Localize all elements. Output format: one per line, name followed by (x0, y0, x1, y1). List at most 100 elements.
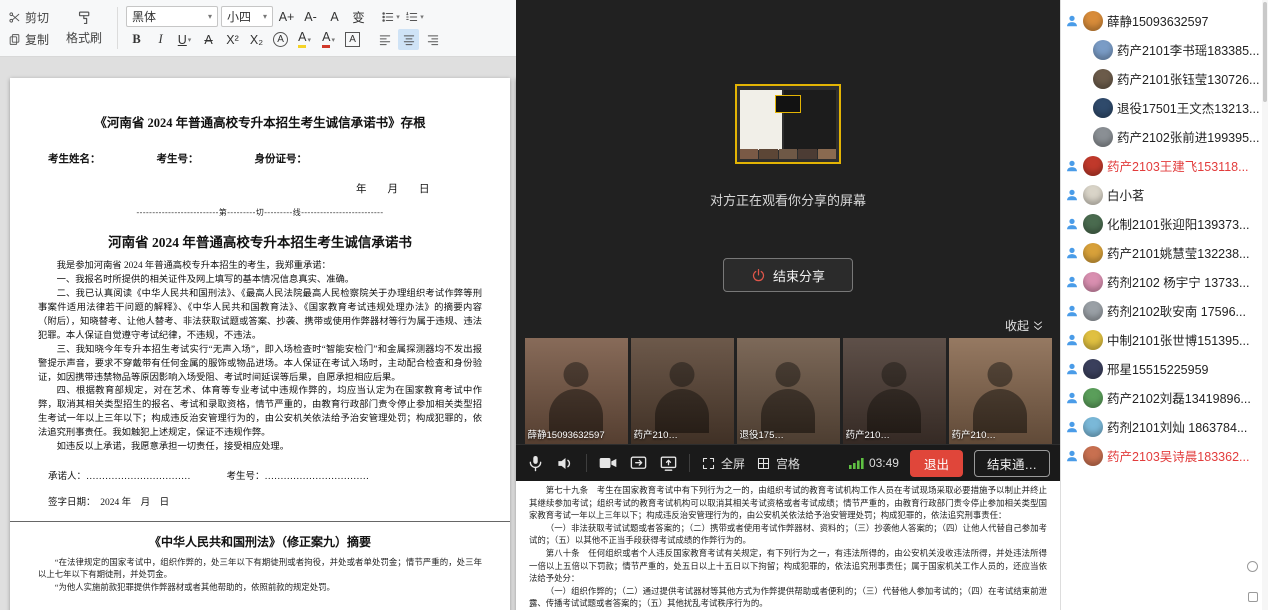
participant-name: 白小茗 (1107, 185, 1145, 204)
person-icon (1065, 420, 1079, 434)
video-tile-name: 退役175… (740, 427, 784, 441)
participant-row[interactable]: 薛静15093632597 (1061, 6, 1268, 35)
grow-font-button[interactable]: A+ (276, 6, 297, 27)
participant-row[interactable]: 药剂2102 杨宇宁 13733... (1061, 267, 1268, 296)
paragraph: 三、我知晓今年专升本招生考试实行“无声入场”，即入场检查时“智能安检门”和金属探… (38, 344, 482, 386)
video-tile[interactable]: 药产210… (631, 338, 734, 444)
promiser-blank: 承诺人：…………………………… (48, 468, 191, 482)
participant-silhouette-head (988, 362, 1013, 387)
participant-row[interactable]: 药产2101姚慧莹132238... (1061, 238, 1268, 267)
participant-name: 药产2102刘磊13419896... (1107, 388, 1251, 407)
align-left-button[interactable] (374, 29, 395, 50)
bold-button[interactable]: B (126, 29, 147, 50)
square-indicator-icon[interactable] (1248, 592, 1258, 602)
character-border-glyph: A (345, 32, 360, 47)
shared-screen-preview[interactable] (735, 84, 841, 164)
grid-view-button[interactable]: 宫格 (756, 455, 800, 472)
format-painter-button[interactable]: 格式刷 (59, 3, 109, 53)
participant-row[interactable]: 药产2101张钰莹130726... (1061, 64, 1268, 93)
style-row: B I U ▾ A X² X₂ A A ▾ A ▾ (126, 28, 443, 51)
participant-silhouette-head (776, 362, 801, 387)
participant-row[interactable]: 邢星15515225959 (1061, 354, 1268, 383)
video-tile[interactable]: 薛静15093632597 (525, 338, 628, 444)
video-tile[interactable]: 药产210… (843, 338, 946, 444)
participant-row[interactable]: 化制2101张迎阳139373... (1061, 209, 1268, 238)
highlight-color-button[interactable]: A ▾ (294, 29, 315, 50)
text-effects-button[interactable]: A (324, 6, 345, 27)
sharing-status-text: 对方正在观看你分享的屏幕 (516, 190, 1060, 209)
copy-icon (8, 33, 21, 46)
participant-row[interactable]: 药产2102张前进199395... (1061, 122, 1268, 151)
participant-row[interactable]: 白小茗 (1061, 180, 1268, 209)
fullscreen-icon (701, 456, 716, 471)
cut-button[interactable]: 剪切 (8, 9, 49, 26)
participant-row[interactable]: 退役17501王文杰13213... (1061, 93, 1268, 122)
grid-view-label: 宫格 (776, 455, 800, 472)
highlight-glyph: A (298, 31, 306, 48)
participant-row[interactable]: 药产2103吴诗晨183362... (1061, 441, 1268, 470)
participant-name: 薛静15093632597 (1107, 11, 1208, 30)
document-page-1[interactable]: 《河南省 2024 年普通高校专升本招生考生诚信承诺书》存根 考生姓名： 考生号… (10, 78, 510, 610)
copy-button[interactable]: 复制 (8, 31, 49, 48)
align-center-button[interactable] (398, 29, 419, 50)
avatar (1083, 11, 1103, 31)
paragraph: 四、根据教育部规定，对在艺术、体育等专业考试中违规作弊的，均应当认定为在国家教育… (38, 385, 482, 441)
subscript-button[interactable]: X₂ (246, 29, 267, 50)
superscript-button[interactable]: X² (222, 29, 243, 50)
align-center-icon (402, 33, 416, 47)
criminal-law-title: 《中华人民共和国刑法》（修正案九）摘要 (38, 533, 482, 550)
participant-row[interactable]: 药产2101李书瑶183385... (1061, 35, 1268, 64)
criminal-law-paragraphs: “在法律规定的国家考试中，组织作弊的，处三年以下有期徒刑或者拘役，并处或者单处罚… (38, 557, 482, 594)
end-call-button[interactable]: 结束通… (974, 450, 1050, 477)
chevron-down-icon: ▾ (331, 36, 335, 44)
screen-share-icon[interactable] (659, 454, 678, 473)
format-painter-label: 格式刷 (66, 29, 102, 46)
font-color-button[interactable]: A ▾ (318, 29, 339, 50)
end-share-button[interactable]: 结束分享 (723, 258, 853, 292)
chevron-down-icon: ▾ (263, 12, 267, 21)
panel-floating-controls (1247, 561, 1258, 602)
italic-button[interactable]: I (150, 29, 171, 50)
bullet-list-icon (381, 10, 395, 24)
font-size-select[interactable]: 小四 ▾ (221, 6, 273, 27)
avatar (1083, 214, 1103, 234)
participants-scrollbar[interactable] (1262, 0, 1268, 610)
character-border-button[interactable]: A (342, 29, 363, 50)
participant-row[interactable]: 药剂2102耿安南 17596... (1061, 296, 1268, 325)
camera-icon[interactable] (598, 453, 618, 473)
candidate-no-label: 考生号： (157, 151, 199, 166)
video-tile[interactable]: 退役175… (737, 338, 840, 444)
speaker-icon[interactable] (556, 454, 575, 473)
video-tile[interactable]: 药产210… (949, 338, 1052, 444)
pinyin-guide-button[interactable]: 变 (348, 6, 369, 27)
bullet-list-button[interactable]: ▾ (380, 6, 401, 27)
shrink-font-button[interactable]: A- (300, 6, 321, 27)
participant-row[interactable]: 药剂2101刘灿 1863784... (1061, 412, 1268, 441)
paragraph: 一、我报名时所提供的相关证件及网上填写的基本情况信息真实、准确。 (38, 274, 482, 288)
video-tile-name: 药产210… (952, 427, 996, 441)
enclose-characters-button[interactable]: A (270, 29, 291, 50)
switch-share-icon[interactable] (629, 454, 648, 473)
participant-row[interactable]: 药产2103王建飞153118... (1061, 151, 1268, 180)
underline-button[interactable]: U ▾ (174, 29, 195, 50)
circle-indicator-icon[interactable] (1247, 561, 1258, 572)
participant-name: 药产2103王建飞153118... (1107, 156, 1249, 175)
microphone-icon[interactable] (526, 454, 545, 473)
collapse-button[interactable]: 收起 (1005, 317, 1044, 334)
document-title: 河南省 2024 年普通高校专升本招生考生诚信承诺书 (38, 231, 482, 251)
participant-name: 中制2101张世博151395... (1107, 330, 1249, 349)
video-strip: 薛静15093632597 药产210… 退役175… 药产210… 药 (516, 338, 1060, 444)
fullscreen-button[interactable]: 全屏 (701, 455, 745, 472)
scrollbar-thumb[interactable] (1263, 2, 1267, 102)
id-number-label: 身份证号： (255, 151, 308, 166)
number-list-button[interactable]: ▾ (404, 6, 425, 27)
font-name-select[interactable]: 黑体 ▾ (126, 6, 218, 27)
exit-button[interactable]: 退出 (910, 450, 963, 477)
grid-icon (756, 456, 771, 471)
participant-row[interactable]: 药产2102刘磊13419896... (1061, 383, 1268, 412)
align-right-button[interactable] (422, 29, 443, 50)
participant-row[interactable]: 中制2101张世博151395... (1061, 325, 1268, 354)
avatar (1093, 69, 1113, 89)
strikethrough-button[interactable]: A (198, 29, 219, 50)
avatar (1083, 388, 1103, 408)
